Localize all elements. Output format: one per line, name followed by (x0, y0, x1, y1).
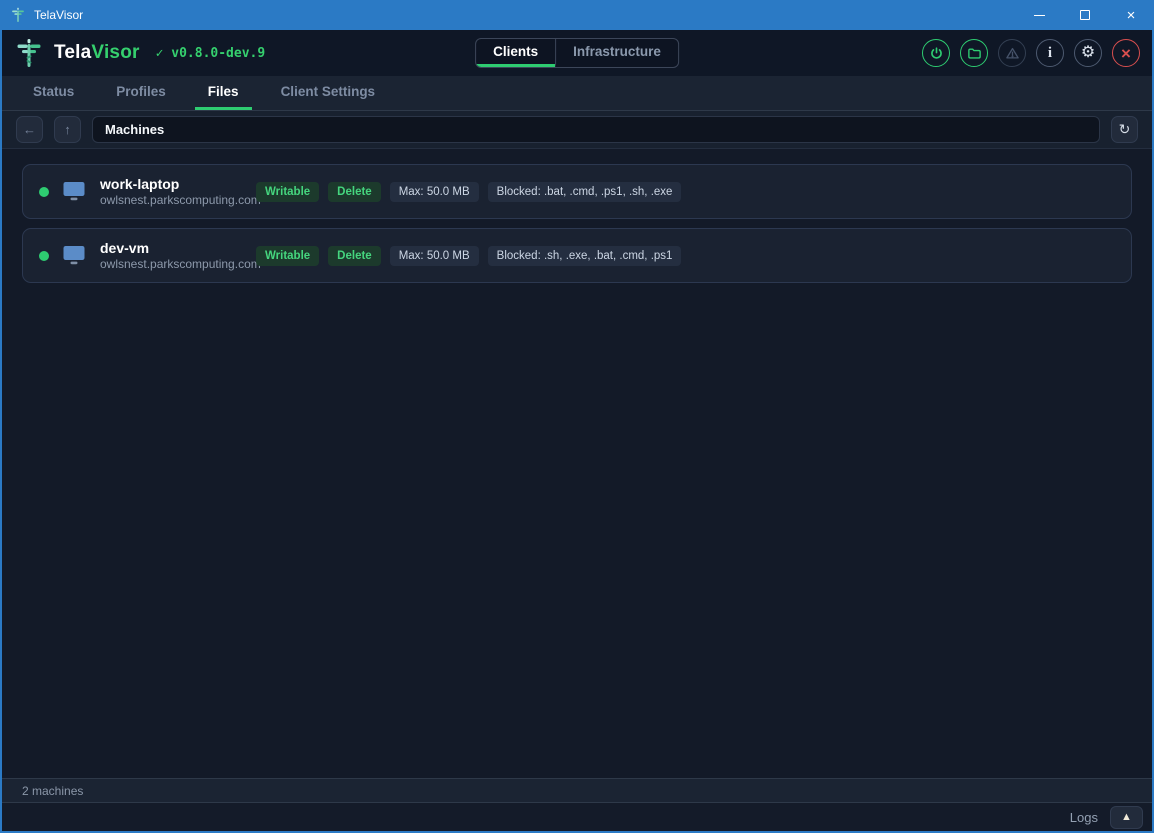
triangle-up-icon: ▲ (1121, 811, 1132, 823)
info-icon: i (1048, 46, 1052, 61)
delete-badge: Delete (328, 246, 381, 266)
main-tab-switcher: Clients Infrastructure (475, 38, 679, 68)
refresh-icon: ↻ (1119, 121, 1131, 138)
tab-files[interactable]: Files (195, 76, 252, 110)
minimize-button[interactable] (1016, 0, 1062, 30)
monitor-icon (62, 181, 86, 202)
writable-badge: Writable (256, 246, 319, 266)
blocked-extensions-badge: Blocked: .bat, .cmd, .ps1, .sh, .exe (488, 182, 682, 202)
max-size-badge: Max: 50.0 MB (390, 182, 479, 202)
writable-badge: Writable (256, 182, 319, 202)
close-window-button[interactable]: × (1108, 0, 1154, 30)
tab-status[interactable]: Status (20, 76, 87, 110)
back-arrow-icon: ← (23, 122, 36, 137)
header-actions: i ⚙ × (922, 39, 1140, 67)
machine-badges: Writable Delete Max: 50.0 MB Blocked: .s… (256, 246, 681, 266)
app-frame: TelaVisor ✓ v0.8.0-dev.9 Clients Infrast… (0, 30, 1154, 833)
window-titlebar[interactable]: TelaVisor × (0, 0, 1154, 30)
minimize-icon (1034, 15, 1045, 16)
window-controls: × (1016, 0, 1154, 30)
refresh-button[interactable]: ↻ (1111, 116, 1138, 143)
back-button[interactable]: ← (16, 116, 43, 143)
machine-badges: Writable Delete Max: 50.0 MB Blocked: .b… (256, 182, 681, 202)
maximize-button[interactable] (1062, 0, 1108, 30)
folder-button[interactable] (960, 39, 988, 67)
folder-icon (967, 46, 982, 61)
tab-infrastructure[interactable]: Infrastructure (555, 39, 678, 67)
logs-label: Logs (1070, 810, 1098, 825)
tab-clients[interactable]: Clients (476, 39, 555, 67)
machine-host: owlsnest.parkscomputing.com (100, 193, 248, 208)
machine-list: work-laptop owlsnest.parkscomputing.com … (2, 148, 1152, 778)
window-title: TelaVisor (34, 8, 83, 22)
settings-button[interactable]: ⚙ (1074, 39, 1102, 67)
machine-name: dev-vm (100, 240, 248, 257)
app-title: TelaVisor (54, 42, 140, 64)
machine-card-dev-vm[interactable]: dev-vm owlsnest.parkscomputing.com Writa… (22, 228, 1132, 283)
online-status-dot (39, 187, 49, 197)
close-icon: × (1127, 8, 1136, 23)
path-input[interactable] (92, 116, 1100, 143)
online-status-dot (39, 251, 49, 261)
warnings-button (998, 39, 1026, 67)
monitor-icon (62, 245, 86, 266)
client-tabbar: Status Profiles Files Client Settings (2, 76, 1152, 110)
warning-icon (1005, 46, 1020, 61)
status-bar: 2 machines (2, 778, 1152, 802)
maximize-icon (1080, 10, 1090, 20)
power-icon (929, 46, 944, 61)
close-red-icon: × (1121, 45, 1131, 62)
close-app-button[interactable]: × (1112, 39, 1140, 67)
app-header: TelaVisor ✓ v0.8.0-dev.9 Clients Infrast… (2, 30, 1152, 76)
up-arrow-icon: ↑ (64, 122, 71, 137)
gear-icon: ⚙ (1081, 45, 1095, 61)
file-navbar: ← ↑ ↻ (2, 110, 1152, 148)
up-button[interactable]: ↑ (54, 116, 81, 143)
delete-badge: Delete (328, 182, 381, 202)
machine-card-work-laptop[interactable]: work-laptop owlsnest.parkscomputing.com … (22, 164, 1132, 219)
tab-profiles[interactable]: Profiles (103, 76, 179, 110)
telavisor-logo-icon (14, 37, 44, 69)
app-window: TelaVisor × TelaVisor ✓ v0.8.0-dev.9 (0, 0, 1154, 833)
tab-client-settings[interactable]: Client Settings (268, 76, 389, 110)
machine-name: work-laptop (100, 176, 248, 193)
machine-info: dev-vm owlsnest.parkscomputing.com (100, 240, 248, 272)
app-icon (10, 7, 26, 23)
logs-bar: Logs ▲ (2, 802, 1152, 831)
machine-host: owlsnest.parkscomputing.com (100, 257, 248, 272)
max-size-badge: Max: 50.0 MB (390, 246, 479, 266)
version-label: ✓ v0.8.0-dev.9 (156, 46, 266, 61)
machine-info: work-laptop owlsnest.parkscomputing.com (100, 176, 248, 208)
blocked-extensions-badge: Blocked: .sh, .exe, .bat, .cmd, .ps1 (488, 246, 682, 266)
machine-count-label: 2 machines (22, 784, 83, 798)
power-button[interactable] (922, 39, 950, 67)
logs-expand-button[interactable]: ▲ (1110, 806, 1143, 829)
info-button[interactable]: i (1036, 39, 1064, 67)
